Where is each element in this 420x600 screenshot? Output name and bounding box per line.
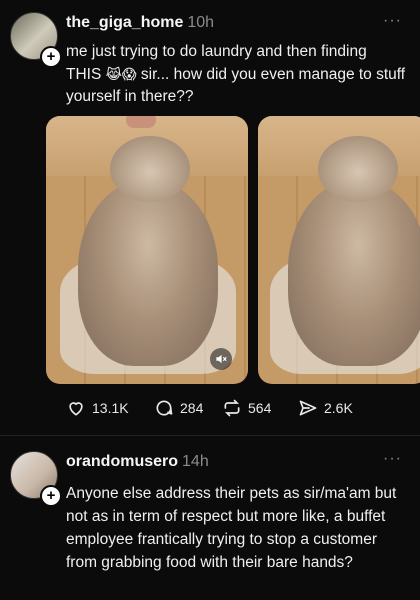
cat-head — [318, 136, 398, 202]
post-image[interactable] — [46, 116, 248, 384]
heart-icon — [69, 402, 83, 416]
username[interactable]: the_giga_home — [66, 14, 183, 31]
follow-plus-icon[interactable]: + — [40, 485, 62, 507]
repost-icon — [224, 399, 240, 417]
cat-body — [288, 180, 420, 366]
like-count: 13.1K — [92, 400, 129, 416]
cat-body — [78, 180, 218, 366]
post-header: the_giga_home 10h — [66, 14, 214, 34]
post: + orandomusero 14h ··· Anyone else addres… — [0, 438, 420, 600]
more-options-icon[interactable]: ··· — [383, 12, 402, 30]
share-button[interactable]: 2.6K — [298, 398, 353, 418]
cat-head — [110, 136, 190, 202]
hand — [126, 116, 156, 128]
share-count: 2.6K — [324, 400, 353, 416]
post-divider — [0, 435, 420, 436]
timestamp: 14h — [182, 453, 209, 470]
comment-button[interactable]: 284 — [154, 398, 203, 418]
post-header: orandomusero 14h — [66, 453, 209, 473]
repost-button[interactable]: 564 — [222, 398, 271, 418]
post-caption: Anyone else address their pets as sir/ma… — [66, 485, 397, 571]
timestamp: 10h — [187, 14, 215, 31]
post-image[interactable] — [258, 116, 420, 384]
post-caption: me just trying to do laundry and then fi… — [66, 41, 406, 108]
comment-count: 284 — [180, 400, 204, 416]
caption-emojis: 😹😱 — [105, 66, 137, 82]
repost-count: 564 — [248, 400, 272, 416]
volume-muted-icon[interactable] — [210, 348, 232, 370]
username[interactable]: orandomusero — [66, 453, 178, 470]
more-options-icon[interactable]: ··· — [383, 450, 402, 468]
follow-plus-icon[interactable]: + — [40, 46, 62, 68]
comment-icon — [156, 400, 173, 416]
share-icon — [299, 400, 317, 416]
post-actions: 13.1K 284 564 2.6K — [66, 398, 406, 422]
like-button[interactable]: 13.1K — [66, 398, 129, 418]
post: + the_giga_home 10h ··· me just trying to… — [0, 0, 420, 432]
